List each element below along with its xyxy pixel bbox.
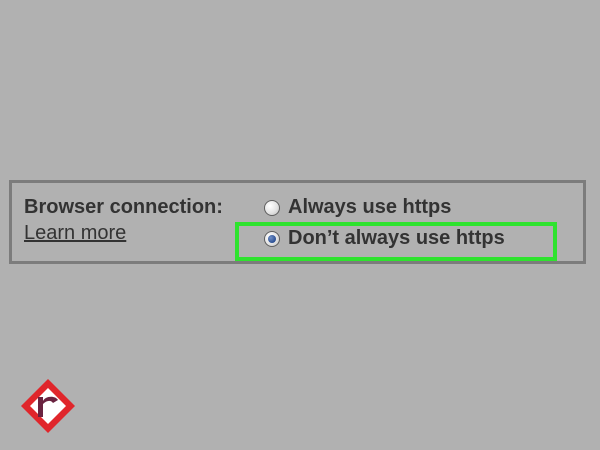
dont-always-https-label: Don’t always use https xyxy=(288,227,505,249)
r-logo-icon xyxy=(21,379,75,433)
learn-more-link[interactable]: Learn more xyxy=(24,222,126,245)
dont-always-https-radio[interactable] xyxy=(264,230,280,247)
always-https-label: Always use https xyxy=(288,196,452,218)
browser-connection-label: Browser connection: xyxy=(24,196,223,218)
always-https-radio[interactable] xyxy=(264,199,280,216)
always-https-option[interactable]: Always use https xyxy=(264,196,451,219)
dont-always-https-option[interactable]: Don’t always use https xyxy=(264,227,505,250)
